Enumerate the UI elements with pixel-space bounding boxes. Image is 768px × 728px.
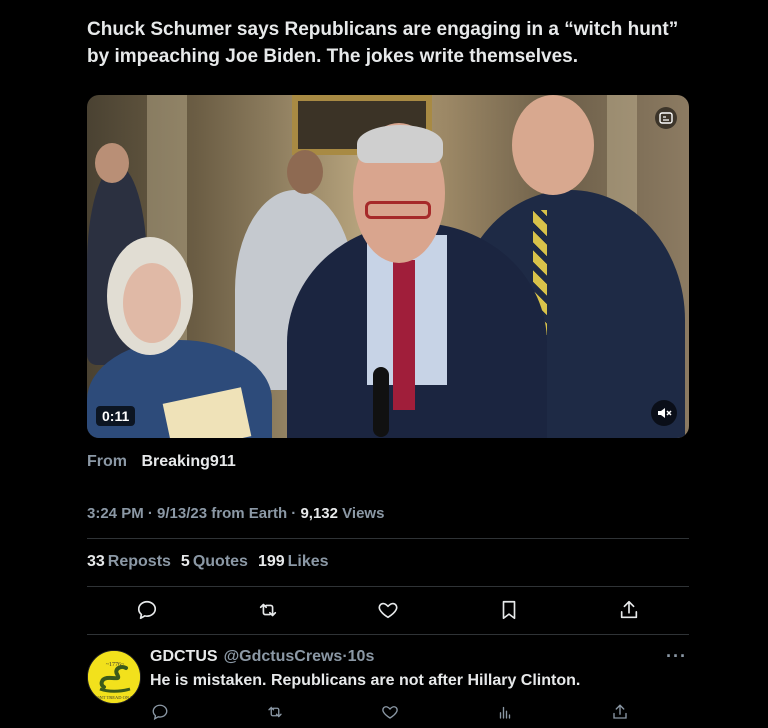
like-icon [382,706,398,719]
bookmark-icon [502,600,515,620]
repost-icon [259,603,276,617]
reply-text: He is mistaken. Republicans are not afte… [150,672,581,689]
speaker-tie [393,260,415,410]
more-options-button[interactable]: ··· [666,646,687,667]
divider [87,586,689,587]
avatar-top-text: ~1776~ [106,662,125,668]
reply-like-button[interactable] [380,702,400,722]
reply-icon [137,600,157,620]
from-label: From [87,453,127,470]
mute-button[interactable] [651,400,677,426]
likes-count: 199 [257,553,285,570]
share-icon [620,600,638,619]
video-duration: 0:11 [96,406,136,426]
engagement-stats: 33 Reposts 5 Quotes 199 Likes [87,553,329,571]
reply-author-name[interactable]: GDCTUS [150,648,218,665]
repost-icon [268,706,282,718]
person-woman-face [123,263,181,343]
reposts-count: 33 [87,553,105,570]
analytics-icon [499,706,511,719]
tweet-meta: 3:24 PM · 9/13/23 from Earth · 9,132 Vie… [87,505,384,522]
reply-button[interactable] [135,598,159,622]
share-button[interactable] [617,598,641,622]
captions-icon [659,112,673,124]
reposts-stat[interactable]: 33 Reposts [87,553,171,571]
background-person-head [287,150,323,194]
divider [87,634,689,635]
reply-repost-button[interactable] [265,702,285,722]
share-icon [613,704,627,719]
like-button[interactable] [376,598,400,622]
reposts-label: Reposts [107,553,171,570]
divider [87,538,689,539]
avatar-bottom-text: DONT TREAD ON ME [93,695,137,700]
tweet-text: Chuck Schumer says Republicans are engag… [87,19,679,67]
speaker-glasses [365,201,431,219]
reply-views-button[interactable] [495,702,515,722]
tweet-date[interactable]: 9/13/23 [157,505,207,522]
reply-share-button[interactable] [610,702,630,722]
bookmark-button[interactable] [497,598,521,622]
quotes-stat[interactable]: 5 Quotes [181,553,248,571]
quotes-count: 5 [180,553,190,570]
background-person-head [95,143,129,183]
source-link[interactable]: Breaking911 [141,453,235,470]
video-player[interactable]: 0:11 [87,95,689,438]
tweet-time[interactable]: 3:24 PM [87,505,144,522]
reply-reply-button[interactable] [150,702,170,722]
quotes-label: Quotes [192,553,248,570]
video-settings-badge[interactable] [655,107,677,129]
repost-button[interactable] [256,598,280,622]
likes-label: Likes [287,553,329,570]
avatar[interactable]: ~1776~ DONT TREAD ON ME [87,650,141,704]
video-source: From Breaking911 [87,453,236,471]
reply-author-handle[interactable]: @GdctusCrews [224,648,343,665]
reply-header: GDCTUS @GdctusCrews·10s [150,648,374,666]
views-label: Views [342,505,385,522]
gadsden-flag-icon: ~1776~ DONT TREAD ON ME [88,651,140,703]
microphone [373,367,389,437]
person-right-head [512,95,594,195]
reply-actions [150,702,630,722]
reply-icon [152,704,168,721]
separator: · [291,505,297,522]
speaker-hair [357,125,443,163]
separator: · [147,505,153,522]
tweet-actions [87,598,689,622]
like-icon [378,602,398,619]
muted-speaker-icon [658,408,672,418]
views-count: 9,132 [300,505,338,522]
reply-age[interactable]: 10s [348,648,375,665]
likes-stat[interactable]: 199 Likes [258,553,329,571]
tweet-location: from Earth [211,505,288,522]
